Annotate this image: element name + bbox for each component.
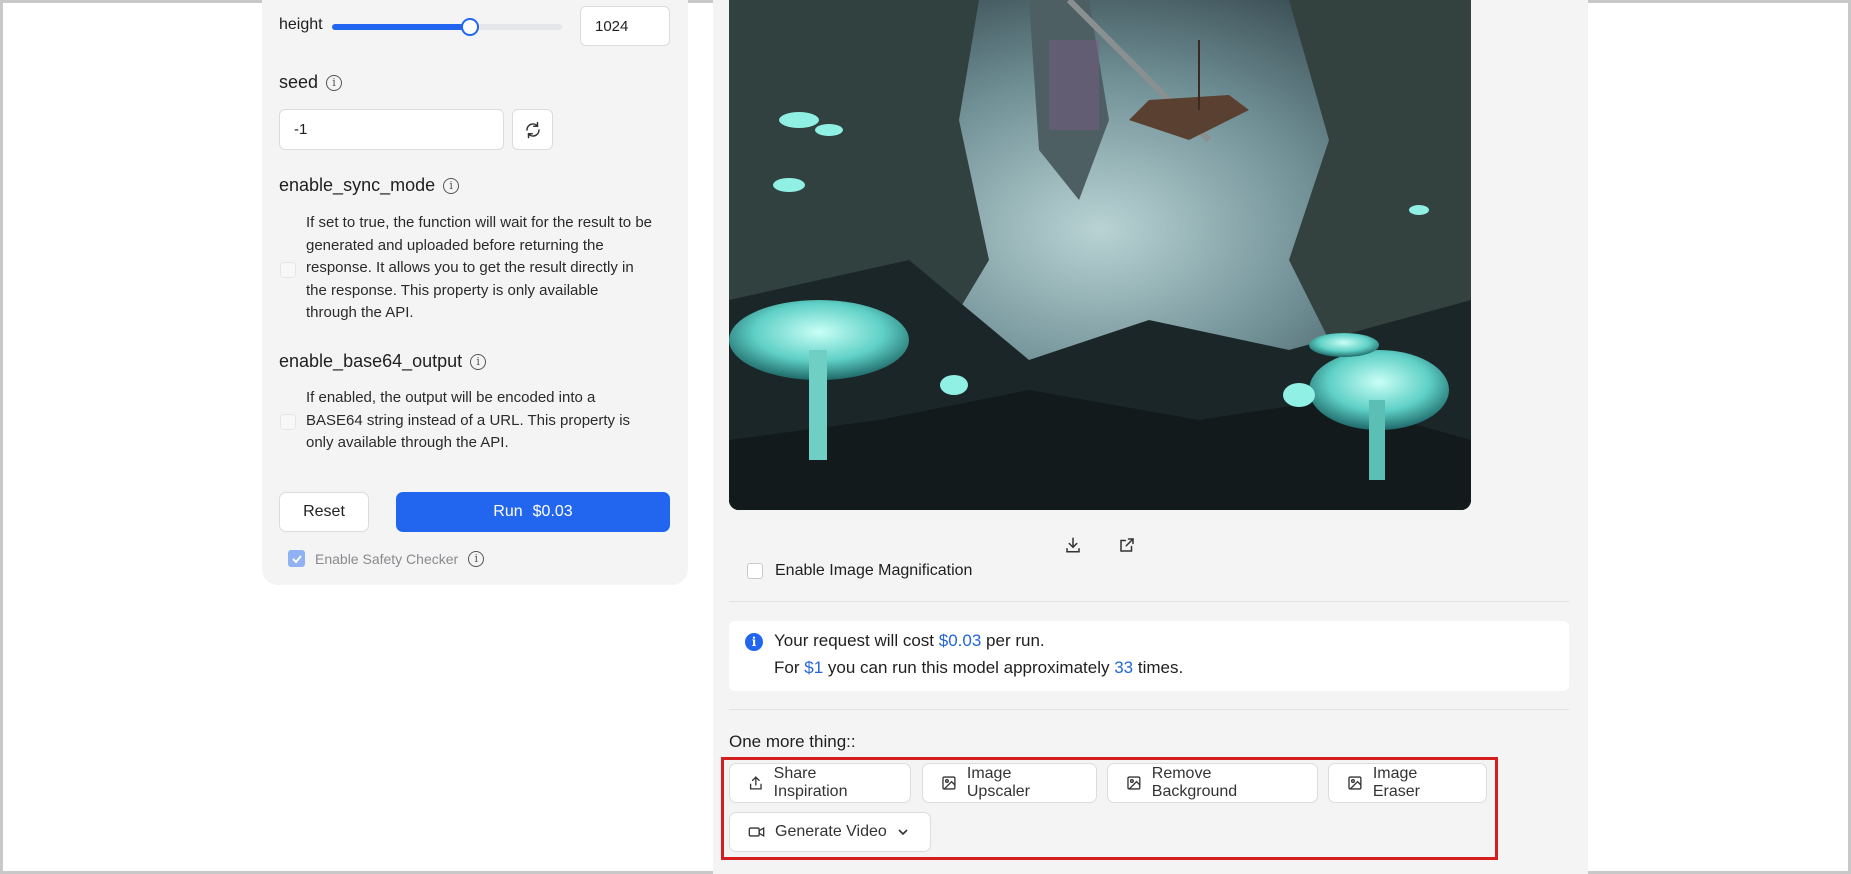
height-slider-thumb[interactable]	[461, 18, 479, 36]
magnification-label: Enable Image Magnification	[775, 562, 973, 579]
download-button[interactable]	[1061, 533, 1085, 557]
divider	[729, 709, 1569, 710]
sync-mode-label: enable_sync_mode	[279, 175, 436, 195]
base64-label: enable_base64_output	[279, 351, 463, 371]
sync-mode-description: If set to true, the function will wait f…	[306, 212, 676, 325]
desc-line: generated and uploaded before returning …	[306, 236, 604, 254]
sync-mode-title: enable_sync_mode i	[279, 175, 460, 196]
cost-line-1: Your request will cost $0.03 per run.	[774, 631, 1045, 651]
safety-checker[interactable]: Enable Safety Checker i	[288, 550, 485, 567]
cost-text: Your request will cost	[774, 631, 935, 650]
safety-checkbox[interactable]	[288, 550, 305, 567]
height-label: height	[279, 16, 323, 33]
base64-description: If enabled, the output will be encoded i…	[306, 387, 676, 455]
run-label: Run	[493, 503, 523, 520]
height-input[interactable]: 1024	[580, 6, 670, 46]
run-button[interactable]: Run $0.03	[396, 492, 670, 532]
reset-button[interactable]: Reset	[279, 492, 369, 532]
refresh-icon	[525, 121, 540, 138]
cost-text: times.	[1137, 658, 1184, 677]
desc-line: If set to true, the function will wait f…	[306, 214, 653, 231]
check-icon	[291, 554, 302, 563]
seed-label: seed	[279, 72, 319, 92]
info-icon[interactable]: i	[468, 550, 485, 567]
info-icon[interactable]: i	[443, 177, 460, 194]
cost-text: per run.	[986, 631, 1045, 650]
generated-image	[729, 0, 1471, 510]
desc-line: through the API.	[306, 304, 414, 321]
cost-info-card: i Your request will cost $0.03 per run. …	[729, 621, 1569, 691]
run-price: $0.03	[532, 503, 573, 520]
cost-price: $0.03	[938, 631, 982, 650]
info-icon[interactable]: i	[470, 353, 487, 370]
run-count: 33	[1114, 658, 1134, 677]
one-more-thing-title: One more thing::	[729, 732, 856, 751]
cost-text: you can run this model approximately	[827, 658, 1110, 677]
desc-line: If enabled, the output will be encoded i…	[306, 389, 596, 406]
height-slider-fill	[332, 24, 470, 30]
randomize-seed-button[interactable]	[512, 109, 553, 150]
seed-input[interactable]: -1	[279, 109, 504, 150]
info-icon[interactable]: i	[326, 74, 343, 91]
safety-label: Enable Safety Checker	[315, 550, 459, 567]
sync-mode-checkbox[interactable]	[280, 262, 296, 278]
divider	[729, 601, 1569, 602]
desc-line: response. It allows you to get the resul…	[306, 259, 634, 276]
cost-amount: $1	[804, 658, 824, 677]
external-link-icon	[1120, 538, 1134, 552]
download-icon	[1066, 537, 1080, 553]
info-filled-icon: i	[745, 633, 763, 651]
base64-checkbox[interactable]	[280, 414, 296, 430]
height-slider[interactable]	[332, 18, 562, 36]
desc-line: BASE64 string instead of a URL. This pro…	[306, 411, 631, 429]
image-magnification[interactable]: Enable Image Magnification	[747, 562, 972, 580]
base64-title: enable_base64_output i	[279, 351, 487, 372]
cost-line-2: For $1 you can run this model approximat…	[774, 658, 1183, 678]
open-external-button[interactable]	[1115, 533, 1139, 557]
desc-line: the response. This property is only avai…	[306, 281, 599, 299]
seed-title: seed i	[279, 72, 343, 93]
cost-text: For	[774, 658, 800, 677]
desc-line: only available through the API.	[306, 434, 509, 451]
magnification-checkbox[interactable]	[747, 563, 763, 579]
annotation-highlight-box	[721, 757, 1498, 860]
